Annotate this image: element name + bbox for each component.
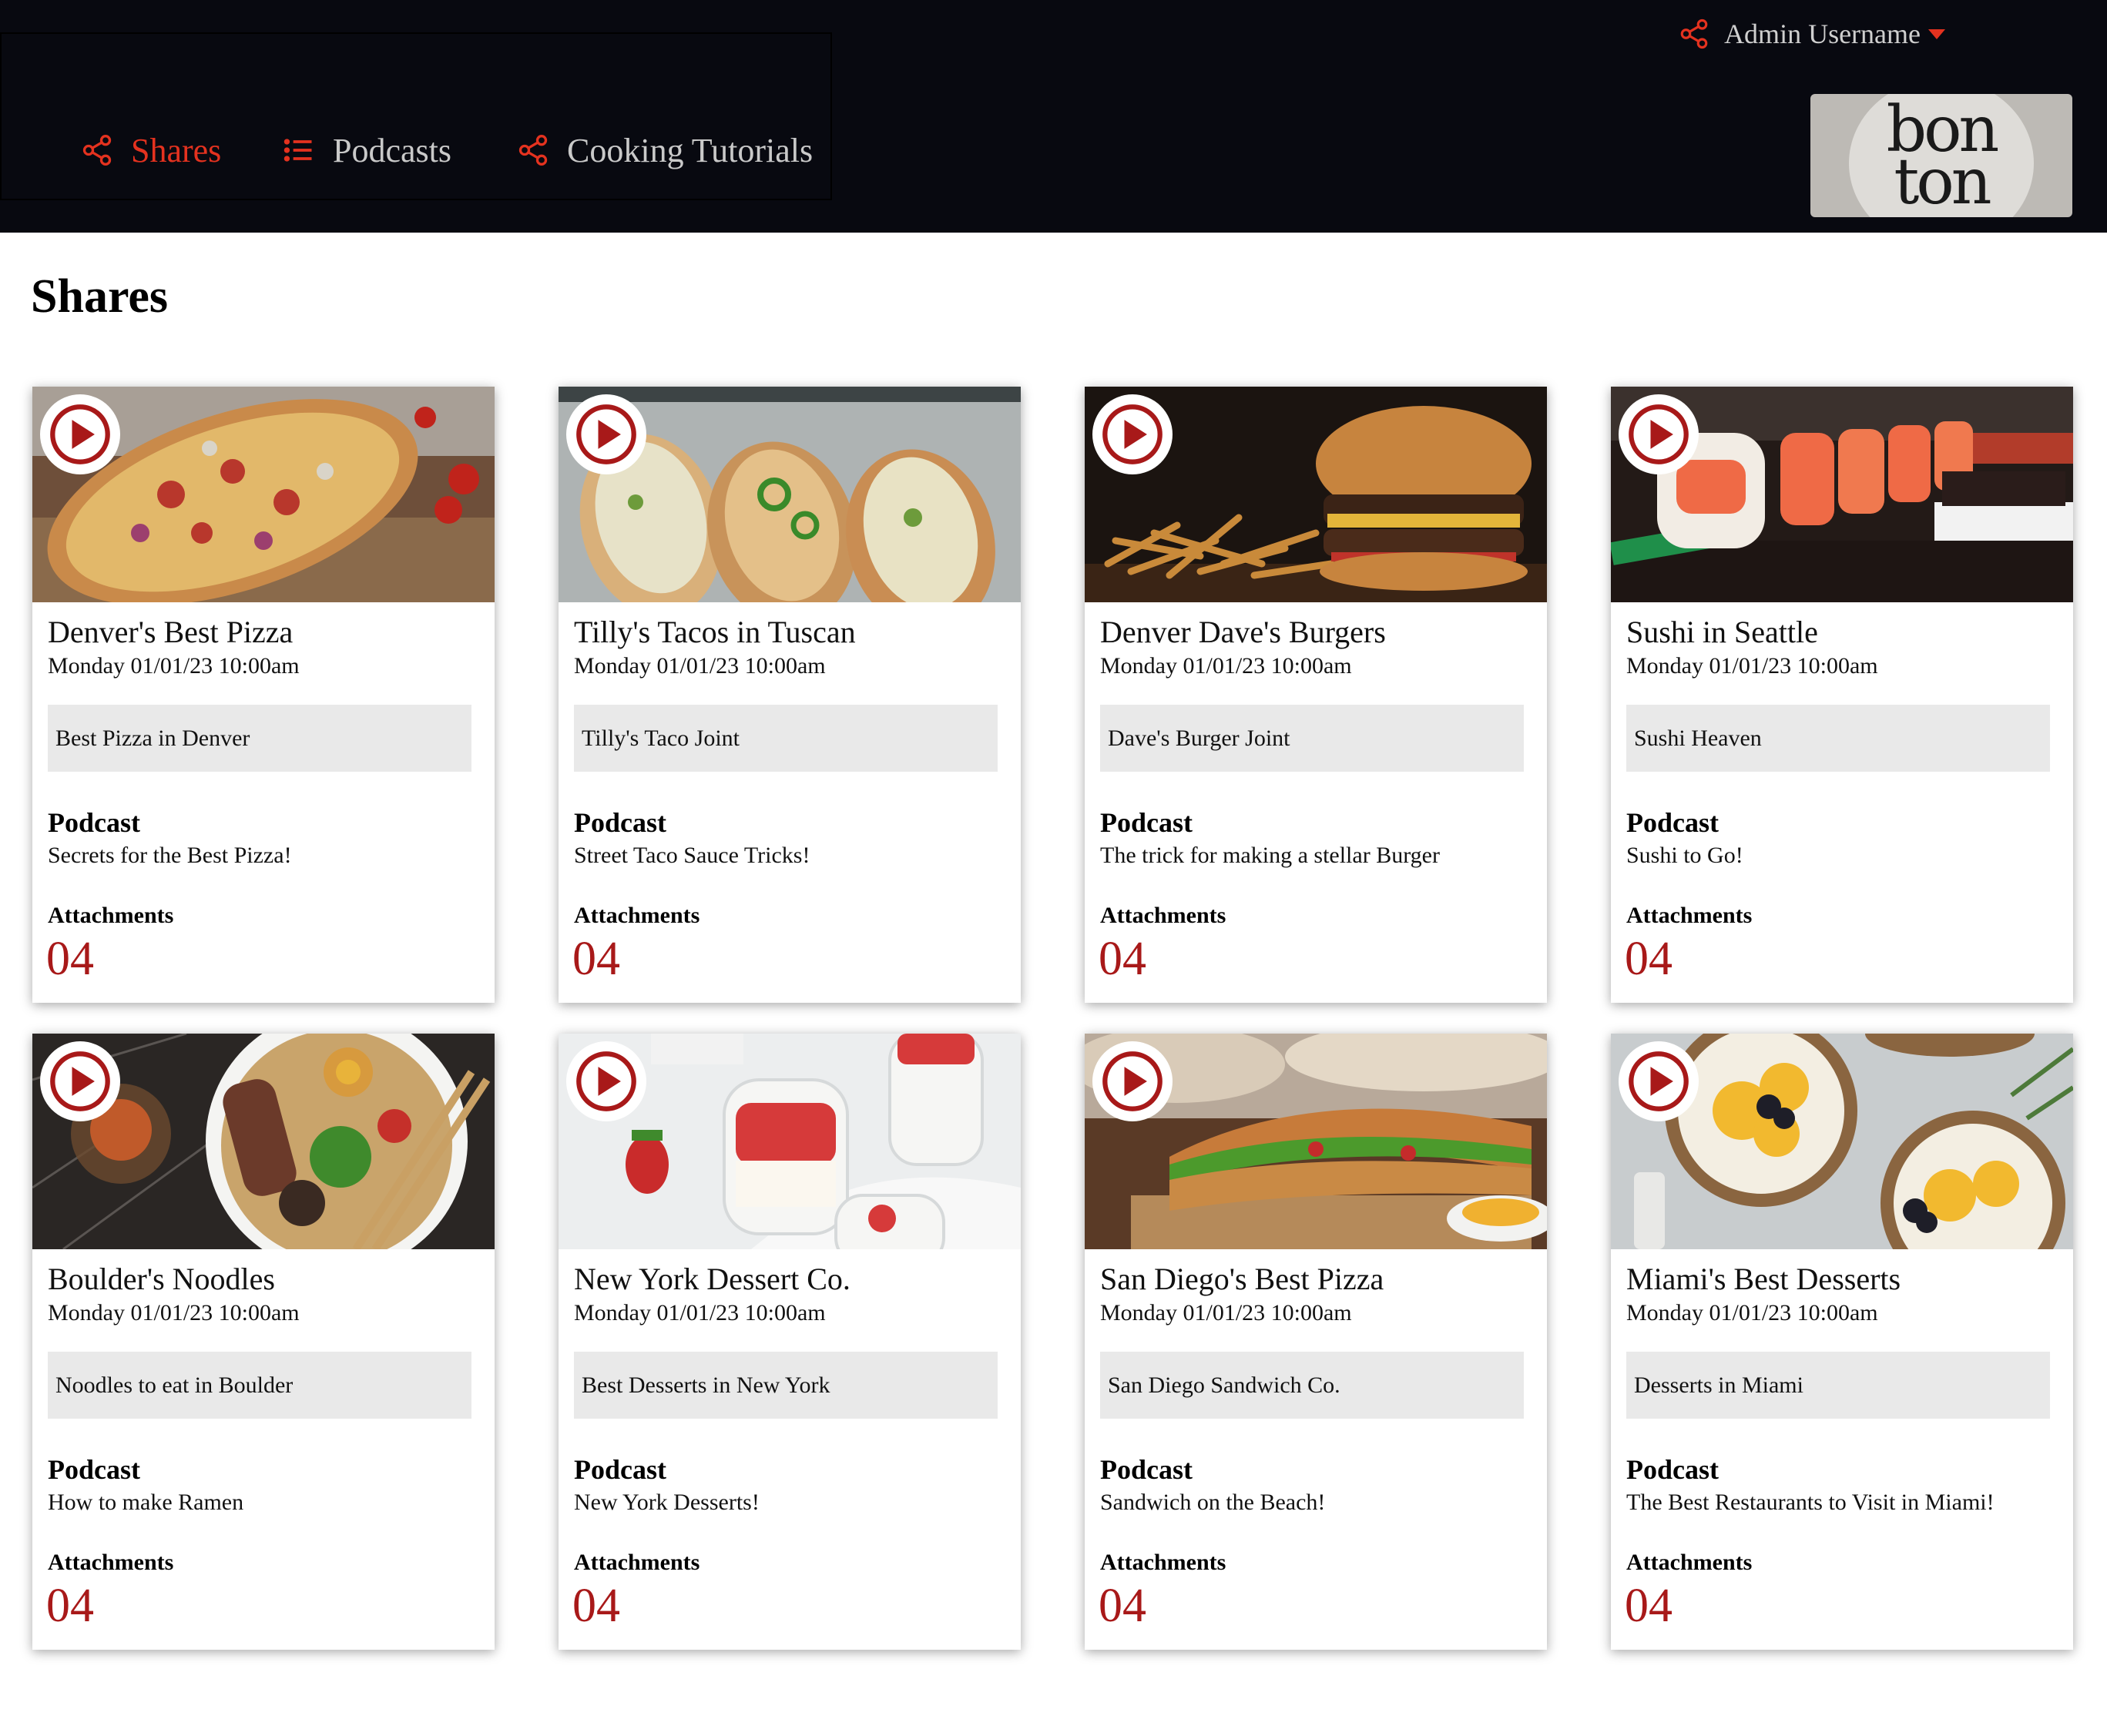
play-icon: [1629, 404, 1689, 464]
card-location: Best Desserts in New York: [574, 1352, 998, 1419]
card-title: Sushi in Seattle: [1626, 615, 1818, 649]
share-card[interactable]: Denver Dave's Burgers Monday 01/01/23 10…: [1085, 387, 1547, 1003]
attachments-count[interactable]: 04: [1625, 932, 1673, 987]
card-location: Best Pizza in Denver: [48, 705, 471, 772]
card-podcast[interactable]: How to make Ramen: [48, 1490, 243, 1516]
attachments-label: Attachments: [1100, 903, 1226, 928]
play-button[interactable]: [1619, 394, 1699, 474]
caret-down-icon: [1928, 28, 1945, 39]
card-podcast[interactable]: The Best Restaurants to Visit in Miami!: [1626, 1490, 1995, 1516]
card-podcast[interactable]: Street Taco Sauce Tricks!: [574, 843, 810, 869]
card-title: San Diego's Best Pizza: [1100, 1262, 1384, 1296]
podcast-label: Podcast: [1626, 807, 1719, 838]
card-title: Denver's Best Pizza: [48, 615, 294, 649]
card-date: Monday 01/01/23 10:00am: [1626, 653, 1878, 679]
share-icon: [82, 135, 112, 166]
card-date: Monday 01/01/23 10:00am: [48, 1300, 300, 1325]
share-icon: [1680, 18, 1708, 49]
play-button[interactable]: [1092, 394, 1173, 474]
share-card[interactable]: Sushi in Seattle Monday 01/01/23 10:00am…: [1611, 387, 2073, 1003]
podcast-label: Podcast: [1100, 807, 1193, 838]
attachments-count[interactable]: 04: [1625, 1579, 1673, 1634]
card-date: Monday 01/01/23 10:00am: [574, 1300, 826, 1325]
play-button[interactable]: [1092, 1041, 1173, 1121]
attachments-label: Attachments: [1100, 1550, 1226, 1575]
nav-item-shares[interactable]: Shares: [80, 123, 221, 177]
card-date: Monday 01/01/23 10:00am: [48, 653, 300, 679]
user-menu[interactable]: Admin Username: [1678, 12, 1945, 55]
play-button[interactable]: [1619, 1041, 1699, 1121]
card-date: Monday 01/01/23 10:00am: [1626, 1300, 1878, 1325]
play-button[interactable]: [40, 394, 120, 474]
card-date: Monday 01/01/23 10:00am: [1100, 653, 1352, 679]
podcast-label: Podcast: [574, 807, 666, 838]
share-card[interactable]: Boulder's Noodles Monday 01/01/23 10:00a…: [32, 1034, 495, 1650]
card-podcast[interactable]: New York Desserts!: [574, 1490, 760, 1516]
share-card[interactable]: Denver's Best Pizza Monday 01/01/23 10:0…: [32, 387, 495, 1003]
podcast-label: Podcast: [1100, 1454, 1193, 1485]
share-card[interactable]: San Diego's Best Pizza Monday 01/01/23 1…: [1085, 1034, 1547, 1650]
play-icon: [1102, 1051, 1163, 1111]
card-location: Tilly's Taco Joint: [574, 705, 998, 772]
play-button[interactable]: [566, 1041, 646, 1121]
share-icon: [518, 135, 548, 166]
card-title: Tilly's Tacos in Tuscan: [574, 615, 856, 649]
play-icon: [50, 404, 110, 464]
play-icon: [50, 1051, 110, 1111]
card-podcast[interactable]: Sushi to Go!: [1626, 843, 1743, 869]
attachments-count[interactable]: 04: [46, 932, 94, 987]
attachments-count[interactable]: 04: [1099, 1579, 1146, 1634]
play-icon: [576, 404, 636, 464]
play-button[interactable]: [40, 1041, 120, 1121]
card-title: Boulder's Noodles: [48, 1262, 275, 1296]
nav-item-label: Cooking Tutorials: [567, 131, 814, 169]
podcast-label: Podcast: [574, 1454, 666, 1485]
card-date: Monday 01/01/23 10:00am: [574, 653, 826, 679]
card-location: Desserts in Miami: [1626, 1352, 2050, 1419]
attachments-count[interactable]: 04: [572, 932, 620, 987]
card-date: Monday 01/01/23 10:00am: [1100, 1300, 1352, 1325]
card-location: Dave's Burger Joint: [1100, 705, 1524, 772]
card-title: New York Dessert Co.: [574, 1262, 851, 1296]
nav-item-podcasts[interactable]: Podcasts: [282, 123, 451, 177]
attachments-count[interactable]: 04: [1099, 932, 1146, 987]
nav-item-label: Shares: [131, 131, 222, 169]
play-button[interactable]: [566, 394, 646, 474]
logo-text-line2: ton: [1894, 146, 1991, 217]
card-location: Sushi Heaven: [1626, 705, 2050, 772]
brand-logo[interactable]: bon ton: [1810, 94, 2072, 217]
page-title: Shares: [31, 270, 169, 323]
attachments-label: Attachments: [574, 1550, 700, 1575]
podcast-label: Podcast: [48, 807, 140, 838]
attachments-label: Attachments: [48, 903, 174, 928]
attachments-label: Attachments: [1626, 1550, 1753, 1575]
play-icon: [1102, 404, 1163, 464]
share-card[interactable]: New York Dessert Co. Monday 01/01/23 10:…: [559, 1034, 1021, 1650]
play-icon: [576, 1051, 636, 1111]
card-title: Miami's Best Desserts: [1626, 1262, 1901, 1296]
attachments-count[interactable]: 04: [46, 1579, 94, 1634]
nav-item-cooking-tutorials[interactable]: Cooking Tutorials: [516, 123, 813, 177]
podcast-label: Podcast: [1626, 1454, 1719, 1485]
play-icon: [1629, 1051, 1689, 1111]
card-title: Denver Dave's Burgers: [1100, 615, 1386, 649]
card-podcast[interactable]: The trick for making a stellar Burger: [1100, 843, 1440, 869]
list-icon: [284, 139, 312, 162]
attachments-count[interactable]: 04: [572, 1579, 620, 1634]
card-location: San Diego Sandwich Co.: [1100, 1352, 1524, 1419]
attachments-label: Attachments: [1626, 903, 1753, 928]
attachments-label: Attachments: [574, 903, 700, 928]
card-podcast[interactable]: Sandwich on the Beach!: [1100, 1490, 1325, 1516]
share-card[interactable]: Tilly's Tacos in Tuscan Monday 01/01/23 …: [559, 387, 1021, 1003]
card-podcast[interactable]: Secrets for the Best Pizza!: [48, 843, 292, 869]
user-name: Admin Username: [1724, 18, 1921, 49]
nav-item-label: Podcasts: [333, 131, 451, 169]
attachments-label: Attachments: [48, 1550, 174, 1575]
podcast-label: Podcast: [48, 1454, 140, 1485]
card-location: Noodles to eat in Boulder: [48, 1352, 471, 1419]
share-card[interactable]: Miami's Best Desserts Monday 01/01/23 10…: [1611, 1034, 2073, 1650]
top-nav-bar: Shares Podcasts Cooking Tutorials Admin …: [0, 0, 2107, 233]
